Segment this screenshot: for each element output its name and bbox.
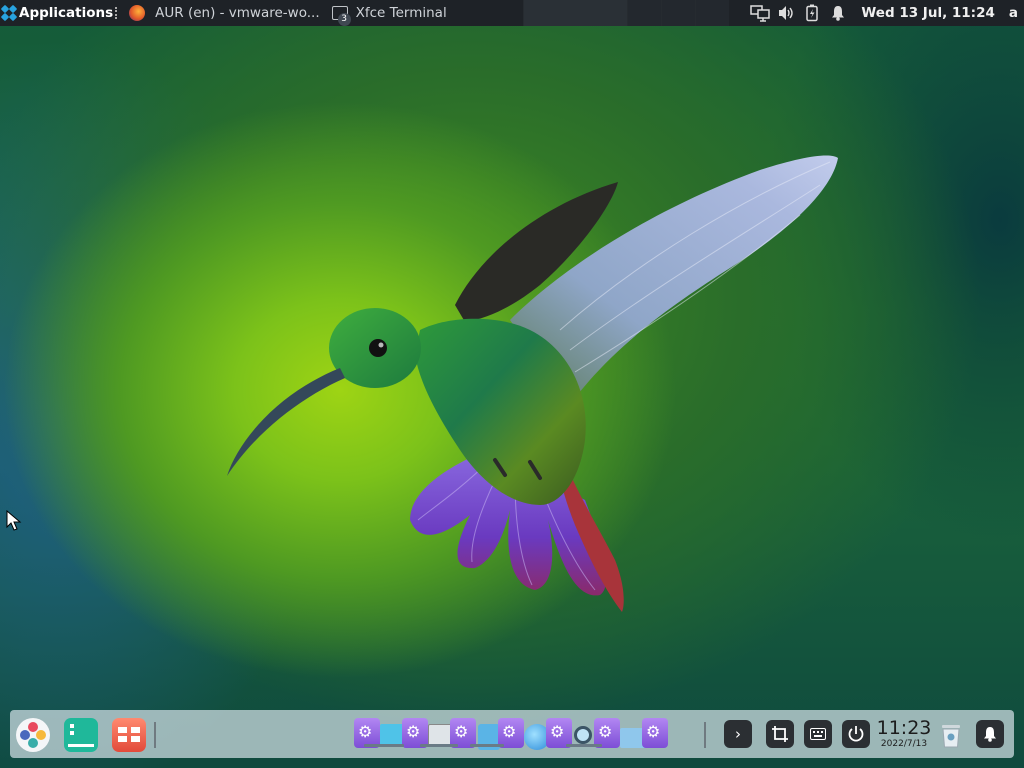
keyboard-icon <box>810 728 826 740</box>
notification-center-button[interactable] <box>976 720 1004 748</box>
notification-bell-icon <box>984 727 996 742</box>
running-indicator <box>364 744 404 747</box>
dock-separator <box>154 722 156 748</box>
chevron-right-icon: › <box>735 725 741 743</box>
screenshot-button[interactable] <box>766 720 794 748</box>
dock-task-settings-7[interactable] <box>642 718 672 752</box>
running-indicator <box>566 744 602 747</box>
mouse-cursor-icon <box>6 510 22 531</box>
bird-bill <box>227 368 345 476</box>
settings-icon <box>642 718 668 748</box>
dock-separator <box>704 722 706 748</box>
hummingbird-wallpaper <box>227 155 838 612</box>
trash-icon[interactable] <box>940 722 962 748</box>
power-button[interactable] <box>842 720 870 748</box>
bird-eye <box>369 339 387 357</box>
expand-tray-button[interactable]: › <box>724 720 752 748</box>
hummingbird <box>227 155 838 612</box>
dock-clock-date: 2022/7/13 <box>880 739 928 749</box>
running-indicator <box>470 744 504 747</box>
dock: › 11:23 2022/7/13 <box>10 710 1014 758</box>
code-editor-launcher[interactable] <box>64 718 98 752</box>
dock-clock-time: 11:23 <box>876 717 932 739</box>
folder-icon <box>380 724 404 746</box>
search-icon <box>574 726 592 744</box>
dock-clock[interactable]: 11:23 2022/7/13 <box>876 718 932 750</box>
keyboard-button[interactable] <box>804 720 832 748</box>
app-grid-launcher[interactable] <box>112 718 146 752</box>
app-launcher-button[interactable] <box>16 718 50 752</box>
running-indicator <box>420 744 458 747</box>
power-icon <box>848 726 864 742</box>
crop-icon <box>772 726 788 742</box>
